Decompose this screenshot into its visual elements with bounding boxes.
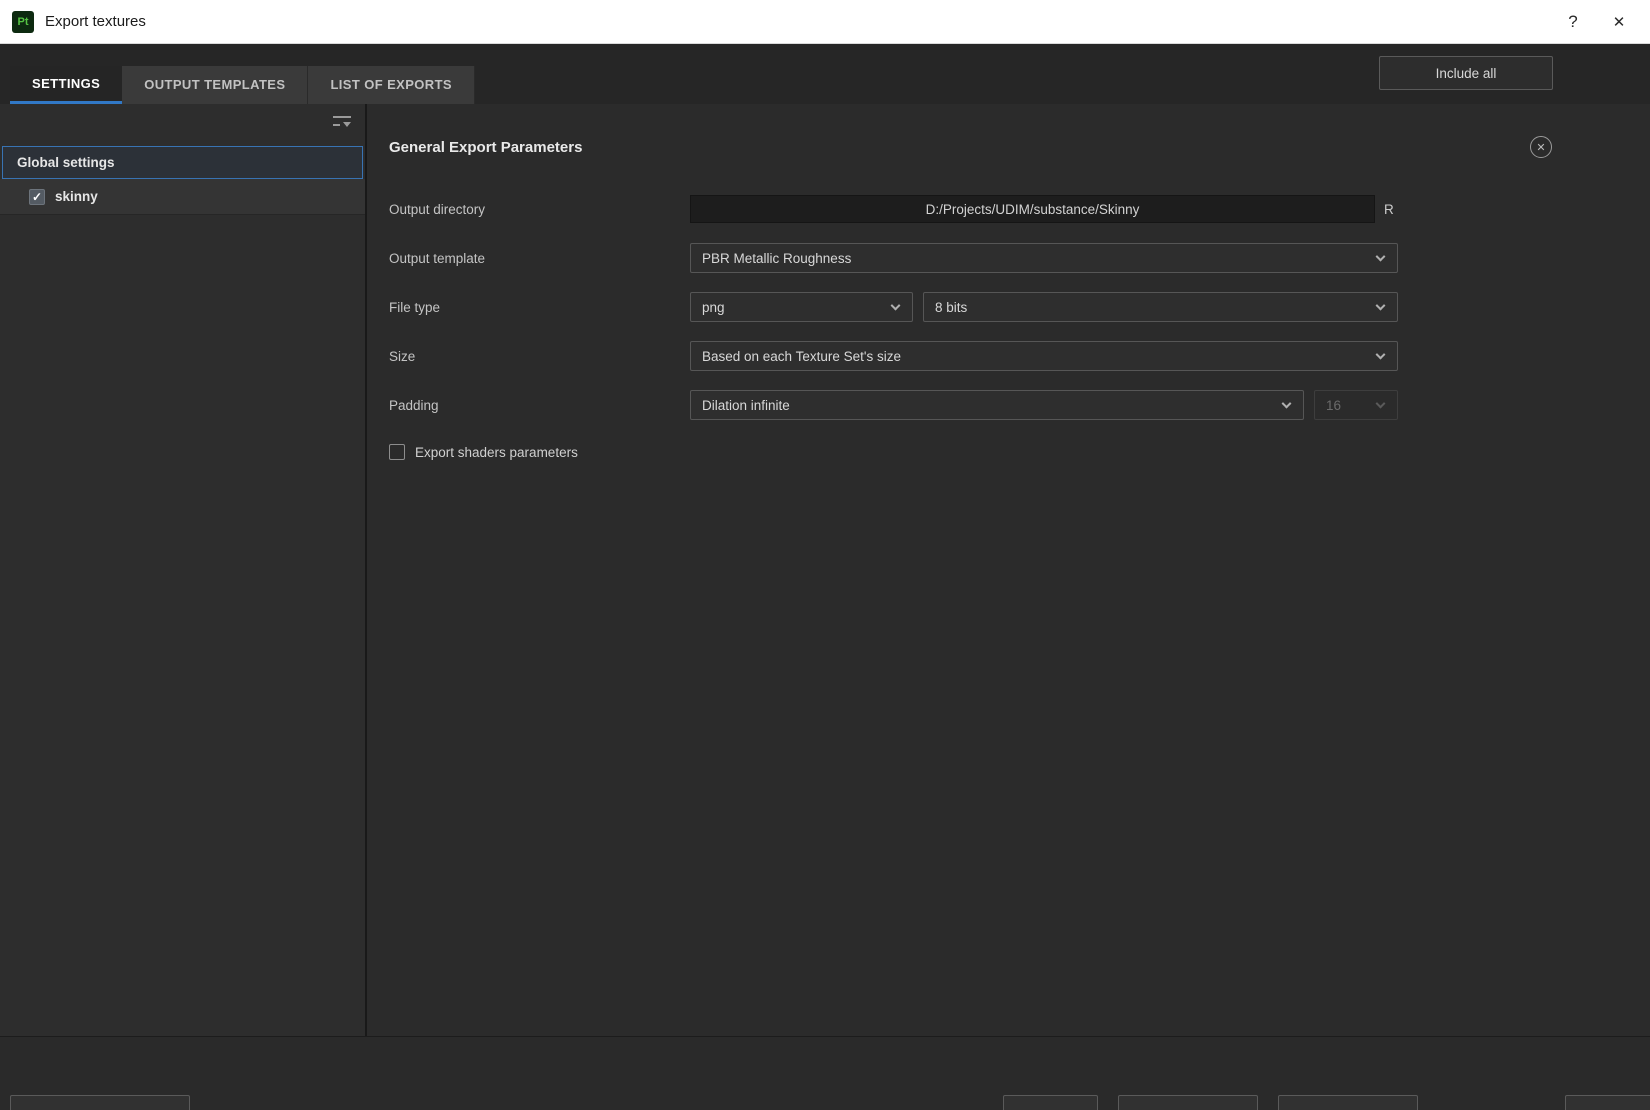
bit-depth-value: 8 bits bbox=[935, 300, 967, 315]
sidebar-item-skinny[interactable]: ✓ skinny bbox=[0, 179, 365, 215]
tab-bar: SETTINGS OUTPUT TEMPLATES LIST OF EXPORT… bbox=[10, 66, 475, 104]
include-all-button[interactable]: Include all bbox=[1379, 56, 1553, 90]
close-icon[interactable]: ✕ bbox=[1596, 0, 1642, 44]
window-title: Export textures bbox=[45, 13, 146, 30]
size-value: Based on each Texture Set's size bbox=[702, 349, 901, 364]
panel-heading: General Export Parameters bbox=[389, 139, 582, 156]
app-logo-icon: Pt bbox=[12, 11, 34, 33]
tab-list-of-exports[interactable]: LIST OF EXPORTS bbox=[308, 66, 475, 104]
sidebar-item-global-settings[interactable]: Global settings bbox=[2, 146, 363, 179]
skinny-checkbox[interactable]: ✓ bbox=[29, 189, 45, 205]
size-row: Size Based on each Texture Set's size bbox=[389, 341, 1650, 371]
export-shaders-checkbox[interactable] bbox=[389, 444, 405, 460]
chevron-down-icon bbox=[1376, 350, 1386, 360]
bit-depth-select[interactable]: 8 bits bbox=[923, 292, 1398, 322]
bottom-button[interactable] bbox=[1003, 1095, 1098, 1110]
export-textures-dialog: Pt Export textures ? ✕ SETTINGS OUTPUT T… bbox=[0, 0, 1650, 1110]
export-shaders-row: Export shaders parameters bbox=[389, 442, 1650, 462]
output-template-value: PBR Metallic Roughness bbox=[702, 251, 851, 266]
output-template-label: Output template bbox=[389, 251, 690, 266]
texture-set-sidebar: Global settings ✓ skinny bbox=[0, 104, 367, 1036]
sidebar-item-label: skinny bbox=[55, 189, 98, 204]
chevron-down-icon bbox=[1376, 301, 1386, 311]
general-export-parameters-panel: General Export Parameters ✕ Output direc… bbox=[367, 104, 1650, 1036]
filter-icon[interactable] bbox=[333, 116, 351, 127]
tab-output-templates[interactable]: OUTPUT TEMPLATES bbox=[122, 66, 308, 104]
tab-settings[interactable]: SETTINGS bbox=[10, 66, 122, 104]
dismiss-circle-icon[interactable]: ✕ bbox=[1530, 136, 1552, 158]
size-label: Size bbox=[389, 349, 690, 364]
file-type-row: File type png 8 bits bbox=[389, 292, 1650, 322]
padding-label: Padding bbox=[389, 398, 690, 413]
padding-amount-select: 16 bbox=[1314, 390, 1398, 420]
padding-value: Dilation infinite bbox=[702, 398, 790, 413]
bottom-button[interactable] bbox=[1118, 1095, 1258, 1110]
file-type-label: File type bbox=[389, 300, 690, 315]
title-bar: Pt Export textures ? ✕ bbox=[0, 0, 1650, 44]
chevron-down-icon bbox=[1282, 399, 1292, 409]
bottom-button[interactable] bbox=[1565, 1095, 1650, 1110]
reset-directory-button[interactable]: R bbox=[1384, 202, 1394, 217]
chevron-down-icon bbox=[1376, 252, 1386, 262]
file-format-select[interactable]: png bbox=[690, 292, 913, 322]
dialog-content: SETTINGS OUTPUT TEMPLATES LIST OF EXPORT… bbox=[0, 44, 1650, 1110]
file-format-value: png bbox=[702, 300, 725, 315]
output-directory-label: Output directory bbox=[389, 202, 690, 217]
output-template-select[interactable]: PBR Metallic Roughness bbox=[690, 243, 1398, 273]
padding-row: Padding Dilation infinite 16 bbox=[389, 390, 1650, 420]
size-select[interactable]: Based on each Texture Set's size bbox=[690, 341, 1398, 371]
chevron-down-icon bbox=[891, 301, 901, 311]
output-directory-row: Output directory R bbox=[389, 194, 1650, 224]
output-directory-input[interactable] bbox=[690, 195, 1375, 223]
sidebar-toolbar bbox=[0, 104, 365, 146]
export-form: Output directory R Output template PBR M… bbox=[389, 194, 1650, 462]
chevron-down-icon bbox=[1376, 399, 1386, 409]
export-shaders-label: Export shaders parameters bbox=[415, 445, 578, 460]
sidebar-item-label: Global settings bbox=[17, 155, 115, 170]
output-template-row: Output template PBR Metallic Roughness bbox=[389, 243, 1650, 273]
padding-amount-value: 16 bbox=[1326, 398, 1341, 413]
bottom-bar bbox=[0, 1036, 1650, 1110]
bottom-button[interactable] bbox=[10, 1095, 190, 1110]
bottom-button[interactable] bbox=[1278, 1095, 1418, 1110]
help-icon[interactable]: ? bbox=[1550, 0, 1596, 44]
padding-select[interactable]: Dilation infinite bbox=[690, 390, 1304, 420]
